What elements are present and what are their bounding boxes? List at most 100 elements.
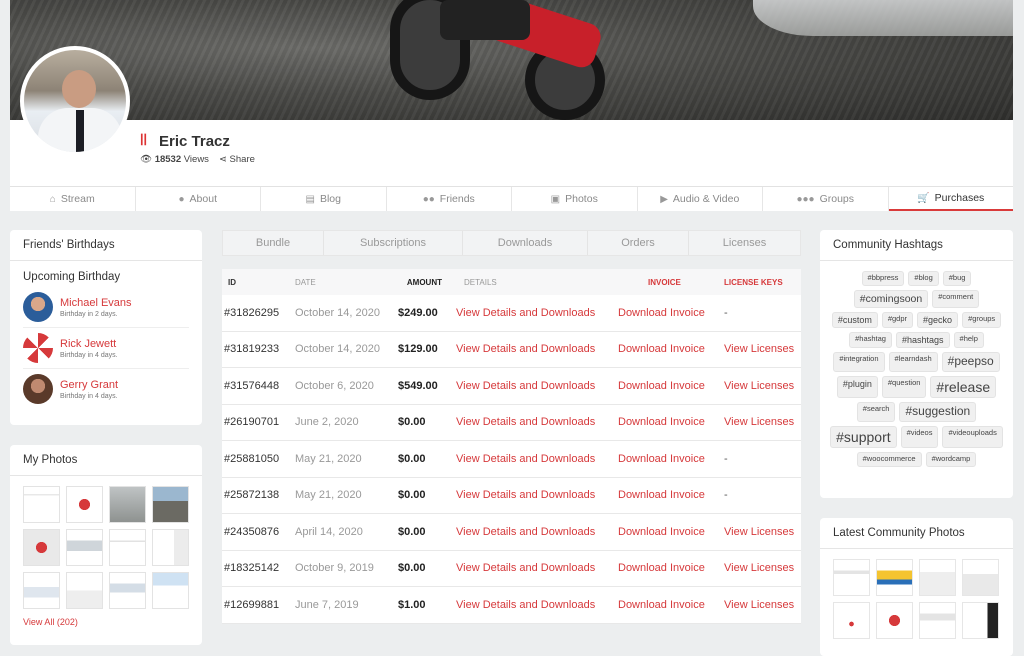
hashtag-link[interactable]: #gecko [917,311,959,329]
users-icon: ●● [422,193,435,205]
hashtag-link[interactable]: #release [930,376,997,399]
tab-friends[interactable]: ●● Friends [387,187,512,211]
download-invoice-link[interactable]: Download Invoice [618,380,724,392]
download-invoice-link[interactable]: Download Invoice [618,343,724,355]
order-amount: $249.00 [398,306,438,319]
tab-audio-video[interactable]: ▶ Audio & Video [638,187,763,211]
hashtag-link[interactable]: #question [881,376,927,399]
photo-thumbnail[interactable] [876,602,913,639]
view-details-link[interactable]: View Details and Downloads [456,562,618,574]
tab-blog[interactable]: ▤ Blog [261,187,387,211]
tab-purchases[interactable]: 🛒 Purchases [888,187,1013,211]
photo-thumbnail[interactable] [66,529,103,566]
tab-stream[interactable]: ⌂ Stream [10,187,136,211]
photo-thumbnail[interactable] [23,529,60,566]
hashtag-cloud: #bbpress #blog #bug #comingsoon #comment #cus… [820,261,1013,477]
photo-thumbnail[interactable] [833,559,870,596]
hashtag-link[interactable]: #blog [908,271,939,286]
view-details-link[interactable]: View Details and Downloads [456,416,618,428]
profile-avatar[interactable] [20,46,130,156]
tab-about[interactable]: ● About [136,187,261,211]
hashtag-link[interactable]: #hashtags [895,332,950,349]
hashtag-link[interactable]: #woocommerce [856,452,922,467]
hashtag-link[interactable]: #plugin [836,376,878,399]
photo-thumbnail[interactable] [152,529,189,566]
hashtag-link[interactable]: #suggestion [899,402,977,423]
subtab-downloads[interactable]: Downloads [463,231,588,255]
birthday-item[interactable]: Michael Evans Birthday in 2 days. [23,287,189,328]
photo-thumbnail[interactable] [23,486,60,523]
subtab-orders[interactable]: Orders [588,231,689,255]
subtab-bundle[interactable]: Bundle [223,231,324,255]
photo-thumbnail[interactable] [962,559,999,596]
download-invoice-link[interactable]: Download Invoice [618,307,724,319]
view-licenses-link[interactable]: View Licenses [724,526,801,538]
hashtag-link[interactable]: #wordcamp [925,452,977,467]
hashtag-link[interactable]: #custom [831,311,878,329]
hashtag-link[interactable]: #help [953,332,984,349]
hashtag-link[interactable]: #videos [900,426,939,449]
photo-thumbnail[interactable] [66,572,103,609]
photo-thumbnail[interactable] [833,602,870,639]
home-icon: ⌂ [49,193,56,205]
download-invoice-link[interactable]: Download Invoice [618,526,724,538]
photo-thumbnail[interactable] [876,559,913,596]
download-invoice-link[interactable]: Download Invoice [618,599,724,611]
subtab-subscriptions[interactable]: Subscriptions [324,231,463,255]
hashtag-link[interactable]: #bbpress [861,271,905,286]
hashtag-link[interactable]: #hashtag [849,332,892,349]
view-all-photos-link[interactable]: View All (202) [10,615,202,629]
download-invoice-link[interactable]: Download Invoice [618,416,724,428]
photo-thumbnail[interactable] [152,572,189,609]
view-details-link[interactable]: View Details and Downloads [456,599,618,611]
photo-thumbnail[interactable] [962,602,999,639]
view-licenses-link[interactable]: View Licenses [724,416,801,428]
hashtag-link[interactable]: #peepso [941,352,1000,373]
view-licenses-link[interactable]: View Licenses [724,562,801,574]
order-amount: $0.00 [398,416,426,429]
birthday-item[interactable]: Rick Jewett Birthday in 4 days. [23,328,189,369]
download-invoice-link[interactable]: Download Invoice [618,489,724,501]
photo-thumbnail[interactable] [919,559,956,596]
subtab-licenses[interactable]: Licenses [689,231,800,255]
avatar[interactable] [23,374,53,404]
order-date: May 21, 2020 [295,452,362,465]
view-details-link[interactable]: View Details and Downloads [456,380,618,392]
avatar[interactable] [23,292,53,322]
hashtag-link[interactable]: #groups [962,311,1002,329]
hashtag-link[interactable]: #bug [942,271,972,286]
photo-thumbnail[interactable] [152,486,189,523]
purchases-subtabs: Bundle Subscriptions Downloads Orders Li… [222,230,801,256]
photo-thumbnail[interactable] [66,486,103,523]
share-button[interactable]: ⋖ Share [219,154,255,165]
photo-thumbnail[interactable] [919,602,956,639]
hashtag-link[interactable]: #support [830,426,897,449]
hashtag-link[interactable]: #integration [833,352,885,373]
birthday-item[interactable]: Gerry Grant Birthday in 4 days. [23,369,189,409]
photo-thumbnail[interactable] [109,572,146,609]
photo-thumbnail[interactable] [109,529,146,566]
hashtag-link[interactable]: #gdpr [881,311,914,329]
hashtag-link[interactable]: #comingsoon [853,289,929,308]
hashtag-link[interactable]: #comment [932,289,980,308]
download-invoice-link[interactable]: Download Invoice [618,453,724,465]
view-details-link[interactable]: View Details and Downloads [456,526,618,538]
photo-thumbnail[interactable] [23,572,60,609]
hashtag-link[interactable]: #videouploads [942,426,1003,449]
tab-photos[interactable]: ▣ Photos [512,187,638,211]
view-licenses-link[interactable]: View Licenses [724,380,801,392]
download-invoice-link[interactable]: Download Invoice [618,562,724,574]
photo-thumbnail[interactable] [109,486,146,523]
table-row: #25872138 May 21, 2020 $0.00 View Details a… [222,477,801,514]
view-details-link[interactable]: View Details and Downloads [456,307,618,319]
view-details-link[interactable]: View Details and Downloads [456,489,618,501]
tab-groups[interactable]: ●●● Groups [763,187,889,211]
hashtag-link[interactable]: #learndash [888,352,938,373]
view-details-link[interactable]: View Details and Downloads [456,453,618,465]
view-licenses-link[interactable]: View Licenses [724,343,801,355]
hashtag-link[interactable]: #search [856,402,896,423]
view-details-link[interactable]: View Details and Downloads [456,343,618,355]
view-licenses-link[interactable]: View Licenses [724,599,801,611]
table-row: #25881050 May 21, 2020 $0.00 View Details a… [222,441,801,478]
avatar[interactable] [23,333,53,363]
